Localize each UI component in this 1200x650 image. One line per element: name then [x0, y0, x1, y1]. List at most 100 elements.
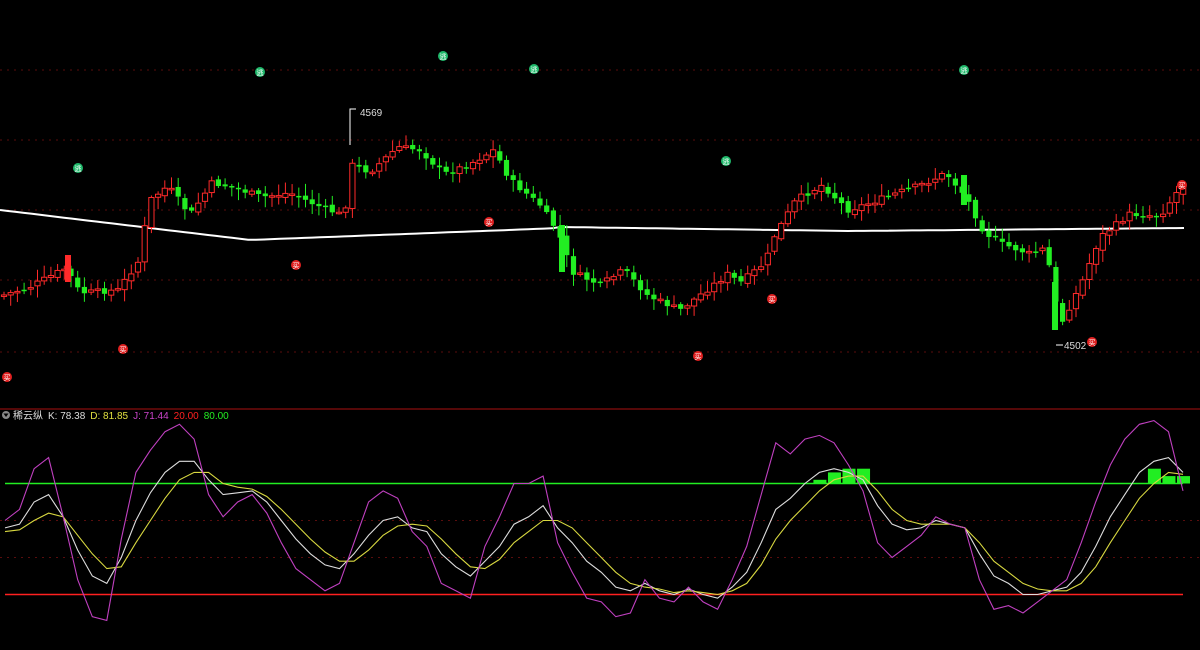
candle — [818, 177, 825, 202]
candle — [121, 268, 128, 302]
candle — [410, 139, 416, 154]
candle — [128, 264, 135, 290]
candle — [631, 265, 637, 287]
candle — [108, 283, 115, 302]
candle — [697, 284, 704, 303]
main-price-panel[interactable]: 逃逃逃逃逃逃买买买买买买买买 4569 4502 — [0, 51, 1200, 382]
candle — [670, 295, 678, 309]
candle — [21, 282, 27, 295]
candle — [503, 155, 510, 181]
candle — [335, 207, 343, 215]
candle — [14, 286, 21, 303]
candle — [54, 263, 61, 282]
buy-signal-icon: 买 — [118, 344, 128, 354]
stock-chart[interactable]: 逃逃逃逃逃逃买买买买买买买买 4569 4502 稀云纵 K: 78.38 D:… — [0, 0, 1200, 650]
candle — [1052, 282, 1058, 330]
candle — [838, 192, 845, 215]
candle — [1013, 241, 1019, 261]
candle — [832, 182, 838, 204]
candle — [1113, 213, 1120, 236]
candle — [469, 159, 477, 175]
candle — [1160, 203, 1167, 223]
candle — [94, 280, 101, 299]
candle — [912, 181, 919, 195]
candle — [148, 195, 155, 234]
candle — [1140, 206, 1146, 224]
histogram-bar — [1177, 476, 1190, 484]
candle — [1006, 233, 1012, 250]
candle — [1033, 241, 1039, 258]
candle — [771, 234, 778, 256]
candle — [201, 188, 209, 209]
candle — [986, 221, 992, 249]
candle — [256, 188, 262, 202]
candle — [88, 283, 95, 296]
candle — [946, 170, 952, 187]
series-line-j — [4, 420, 1184, 622]
candle — [664, 295, 670, 316]
candle — [530, 186, 536, 203]
buy-signal-icon: 买 — [1177, 180, 1187, 190]
candle — [296, 187, 302, 208]
candle — [952, 173, 958, 195]
candle — [289, 184, 296, 206]
candle — [182, 193, 188, 220]
candle — [885, 189, 891, 200]
svg-text:买: 买 — [4, 374, 11, 382]
candle — [764, 243, 771, 276]
candle — [858, 197, 865, 221]
candle — [316, 193, 322, 216]
candle — [382, 154, 389, 172]
candle — [1046, 239, 1052, 268]
buy-signal-icon: 买 — [1087, 337, 1097, 347]
candle — [744, 265, 751, 288]
price-gridlines — [0, 69, 1200, 353]
candle — [610, 273, 617, 286]
candle — [851, 200, 858, 219]
svg-text:买: 买 — [1089, 339, 1096, 347]
signal-markers: 逃逃逃逃逃逃买买买买买买买买 — [2, 51, 1187, 382]
legend-j: J: 71.44 — [133, 411, 169, 422]
candle — [544, 198, 550, 215]
candle — [423, 147, 429, 170]
candle — [617, 266, 624, 281]
high-price-label: 4569 — [360, 108, 383, 119]
candle — [559, 225, 565, 272]
svg-text:买: 买 — [486, 219, 493, 227]
candle — [651, 288, 657, 310]
candle — [979, 215, 985, 234]
candle — [724, 264, 731, 291]
indicator-header: 稀云纵 K: 78.38 D: 81.85 J: 71.44 20.00 80.… — [2, 409, 229, 422]
candle — [845, 195, 851, 218]
candle — [972, 196, 979, 227]
low-price-marker: 4502 — [1056, 341, 1087, 352]
candle — [349, 158, 356, 218]
candle — [342, 205, 349, 219]
candle — [1093, 245, 1100, 274]
candle — [302, 183, 309, 208]
candle — [624, 266, 630, 278]
sell-signal-icon: 逃 — [721, 156, 731, 166]
buy-signal-icon: 买 — [484, 217, 494, 227]
candle — [1086, 253, 1093, 290]
candle — [898, 184, 905, 199]
candle — [141, 216, 148, 272]
candle — [229, 183, 235, 197]
candle — [1126, 203, 1133, 230]
candle — [0, 291, 8, 300]
candle — [1153, 212, 1159, 227]
candle — [262, 186, 268, 208]
indicator-panel[interactable]: 稀云纵 K: 78.38 D: 81.85 J: 71.44 20.00 80.… — [0, 409, 1200, 622]
candle — [443, 161, 449, 176]
candle — [1039, 244, 1046, 255]
buy-signal-icon: 买 — [767, 294, 777, 304]
series-line-d — [4, 471, 1184, 596]
candle — [389, 140, 396, 161]
candle — [168, 177, 175, 195]
candlesticks — [0, 135, 1187, 330]
candle — [456, 163, 463, 183]
candle — [65, 255, 71, 282]
candle — [235, 182, 242, 201]
svg-text:逃: 逃 — [440, 52, 447, 61]
buy-signal-icon: 买 — [2, 372, 12, 382]
